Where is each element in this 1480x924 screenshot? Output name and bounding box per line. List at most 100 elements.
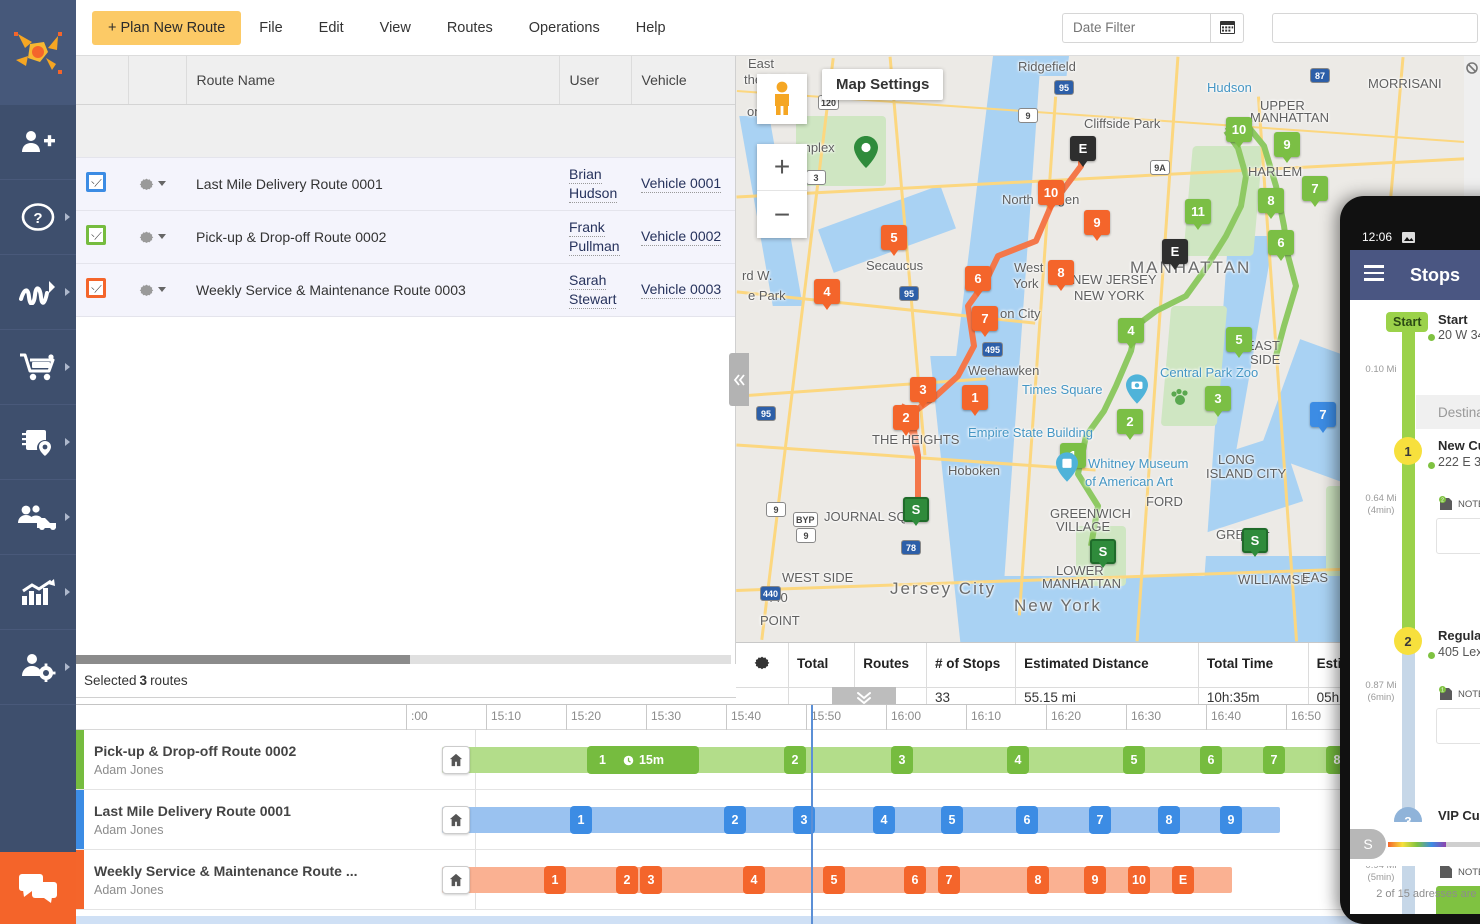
- phone-visit-button-1[interactable]: [1436, 518, 1480, 554]
- timeline-horizontal-scrollbar[interactable]: [76, 916, 1480, 924]
- timeline-stop-badge[interactable]: E: [1172, 866, 1194, 894]
- phone-note-3[interactable]: NOTE: [1438, 864, 1480, 880]
- sidebar-item-orders[interactable]: [0, 330, 76, 405]
- plan-new-route-button[interactable]: + Plan New Route: [92, 10, 242, 45]
- home-icon[interactable]: [442, 806, 470, 834]
- map-stop-pin[interactable]: 7: [1310, 402, 1336, 433]
- timeline-stop-badge[interactable]: 3: [640, 866, 662, 894]
- table-row[interactable]: Last Mile Delivery Route 0001 Brian Hudson…: [76, 157, 735, 211]
- phone-note-1[interactable]: 2 NOTE: [1438, 496, 1480, 512]
- map-stop-pin[interactable]: 5: [881, 225, 907, 256]
- timeline-stop-badge[interactable]: 6: [1016, 806, 1038, 834]
- table-row[interactable]: Weekly Service & Maintenance Route 0003 S…: [76, 263, 735, 317]
- route-timeline-gantt[interactable]: :00 15:10 15:20 15:30 15:40 15:50 16:00 16:10 16…: [76, 704, 1480, 924]
- map-stop-pin[interactable]: 7: [1302, 176, 1328, 207]
- phone-slider-handle[interactable]: S: [1350, 829, 1386, 859]
- filter-user[interactable]: [559, 104, 631, 158]
- row-checkbox[interactable]: [86, 225, 106, 245]
- menu-operations[interactable]: Operations: [511, 0, 618, 56]
- row-route-name[interactable]: Last Mile Delivery Route 0001: [186, 157, 559, 211]
- row-user[interactable]: Brian Hudson: [559, 157, 631, 211]
- search-input[interactable]: [1272, 12, 1478, 43]
- col-select[interactable]: [76, 56, 129, 105]
- timeline-stop-badge[interactable]: 1: [544, 866, 566, 894]
- col-route-name[interactable]: Route Name: [186, 56, 560, 105]
- timeline-stop-badge[interactable]: 2: [724, 806, 746, 834]
- timeline-stop-badge[interactable]: 4: [873, 806, 895, 834]
- map-stop-pin[interactable]: 5: [1226, 327, 1252, 358]
- row-gear-menu[interactable]: [138, 228, 176, 245]
- row-gear-menu[interactable]: [138, 281, 176, 298]
- row-checkbox-cell[interactable]: [76, 263, 128, 317]
- sidebar-item-analytics[interactable]: [0, 555, 76, 630]
- calendar-icon[interactable]: [1210, 12, 1244, 43]
- phone-stop-badge-1[interactable]: 1: [1394, 437, 1422, 465]
- timeline-stop-badge[interactable]: 8: [1158, 806, 1180, 834]
- map-stop-pin[interactable]: 6: [965, 266, 991, 297]
- row-checkbox[interactable]: [86, 278, 106, 298]
- map-stop-pin[interactable]: E: [1162, 239, 1188, 270]
- map-stop-pin[interactable]: 2: [1117, 409, 1143, 440]
- zoom-out-button[interactable]: −: [757, 191, 807, 238]
- menu-routes[interactable]: Routes: [429, 0, 511, 56]
- map-stop-pin[interactable]: 10: [1038, 180, 1064, 211]
- sidebar-item-addresses[interactable]: [0, 405, 76, 480]
- row-actions-cell[interactable]: [128, 263, 186, 317]
- row-checkbox[interactable]: [86, 172, 106, 192]
- map-stop-pin[interactable]: 9: [1084, 210, 1110, 241]
- routes-table-filter-row[interactable]: [76, 104, 735, 158]
- row-user[interactable]: Frank Pullman: [559, 210, 631, 264]
- map-stop-pin[interactable]: S: [903, 497, 929, 526]
- map-stop-pin[interactable]: 8: [1258, 188, 1284, 219]
- row-vehicle[interactable]: Vehicle 0002: [631, 210, 735, 264]
- timeline-stop-badge[interactable]: 7: [938, 866, 960, 894]
- app-logo[interactable]: [0, 0, 76, 105]
- sidebar-item-routes[interactable]: [0, 255, 76, 330]
- row-route-name[interactable]: Weekly Service & Maintenance Route 0003: [186, 263, 559, 317]
- filter-route-name[interactable]: [186, 104, 559, 158]
- map-stop-pin[interactable]: 1: [962, 385, 988, 416]
- sidebar-item-drivers[interactable]: [0, 480, 76, 555]
- timeline-stop-badge[interactable]: 1 15m: [587, 746, 699, 774]
- phone-slider-track[interactable]: [1388, 841, 1480, 847]
- phone-stop-badge-2[interactable]: 2: [1394, 627, 1422, 655]
- timeline-stop-badge[interactable]: 3: [891, 746, 913, 774]
- sidebar-item-add-user[interactable]: [0, 105, 76, 180]
- filter-vehicle[interactable]: [631, 104, 735, 158]
- pegman-street-view-control[interactable]: [757, 74, 807, 124]
- row-user[interactable]: Sarah Stewart: [559, 263, 631, 317]
- timeline-stop-badge[interactable]: 2: [616, 866, 638, 894]
- poi-marker-green[interactable]: [854, 136, 878, 171]
- scrollbar-thumb[interactable]: [76, 655, 410, 664]
- col-vehicle[interactable]: Vehicle: [631, 56, 735, 105]
- filter-actions[interactable]: [128, 104, 186, 158]
- phone-progress-slider[interactable]: S: [1350, 822, 1480, 866]
- home-icon[interactable]: [442, 746, 470, 774]
- panel-collapse-handle[interactable]: [729, 353, 749, 406]
- timeline-stop-badge[interactable]: 9: [1220, 806, 1242, 834]
- map-stop-pin[interactable]: 2: [893, 405, 919, 436]
- map-stop-pin[interactable]: 6: [1268, 230, 1294, 261]
- timeline-stop-badge[interactable]: 9: [1084, 866, 1106, 894]
- poi-marker-transit[interactable]: [1056, 452, 1078, 485]
- sidebar-item-settings[interactable]: [0, 630, 76, 705]
- timeline-stop-badge[interactable]: 7: [1089, 806, 1111, 834]
- col-actions[interactable]: [128, 56, 187, 105]
- row-vehicle[interactable]: Vehicle 0001: [631, 157, 735, 211]
- map-stop-pin[interactable]: 4: [1118, 318, 1144, 349]
- map-stop-pin[interactable]: 3: [1205, 386, 1231, 417]
- summary-collapse-button[interactable]: [832, 687, 896, 704]
- map-stop-pin[interactable]: S: [1242, 528, 1268, 557]
- map-stop-pin[interactable]: 9: [1274, 132, 1300, 163]
- col-user[interactable]: User: [559, 56, 632, 105]
- map-settings-button[interactable]: Map Settings: [822, 69, 944, 100]
- timeline-stop-badge[interactable]: 2: [784, 746, 806, 774]
- summary-gear-cell[interactable]: [736, 643, 790, 688]
- routes-horizontal-scrollbar[interactable]: [76, 655, 731, 664]
- timeline-stop-badge[interactable]: 8: [1027, 866, 1049, 894]
- menu-view[interactable]: View: [362, 0, 429, 56]
- map-stop-pin[interactable]: 10: [1226, 117, 1252, 148]
- timeline-bar[interactable]: [442, 747, 1386, 773]
- row-gear-menu[interactable]: [138, 175, 176, 192]
- timeline-stop-badge[interactable]: 4: [743, 866, 765, 894]
